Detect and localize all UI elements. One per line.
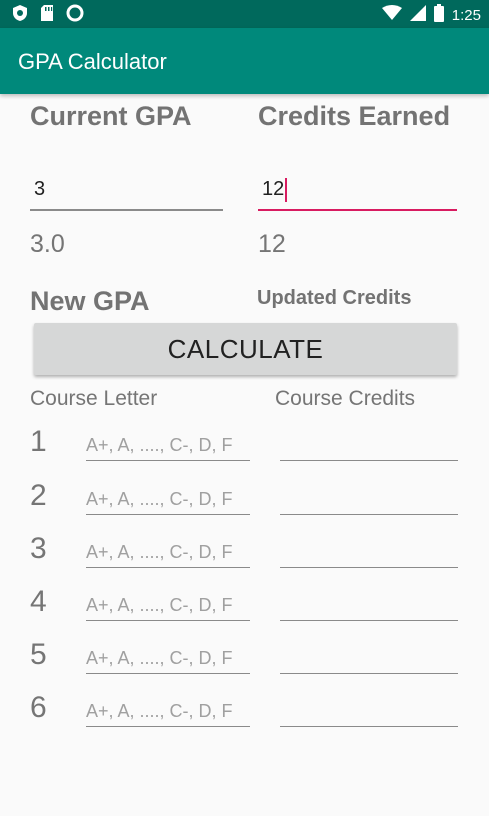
sd-card-icon: [40, 4, 54, 27]
credits-earned-input-value: 12: [262, 178, 285, 200]
wifi-icon: [381, 5, 402, 25]
course-row-6-letter-input[interactable]: A+, A, ...., C-, D, F: [86, 697, 250, 727]
cell-signal-icon: [409, 5, 426, 25]
status-left-icons: [12, 4, 84, 27]
clock-time: 1:25: [451, 6, 481, 24]
status-bar: 1:25: [0, 0, 489, 28]
course-letter-header: Course Letter: [30, 387, 158, 410]
current-gpa-label: Current GPA: [30, 101, 192, 131]
updated-credits-label: Updated Credits: [257, 287, 412, 309]
course-row-3-number: 3: [30, 532, 47, 565]
course-row-3-credits-input[interactable]: [280, 538, 458, 568]
course-row-5-credits-input[interactable]: [280, 644, 458, 674]
calculate-button[interactable]: CALCULATE: [34, 323, 457, 375]
course-row-1-number: 1: [30, 425, 47, 458]
status-right: 1:25: [381, 4, 481, 26]
course-row-1-letter-input[interactable]: A+, A, ...., C-, D, F: [86, 431, 250, 461]
course-row-4-number: 4: [30, 585, 47, 618]
course-row-2-letter-input[interactable]: A+, A, ...., C-, D, F: [86, 485, 250, 515]
course-row-6-credits-input[interactable]: [280, 697, 458, 727]
credits-earned-input[interactable]: 12: [258, 171, 457, 211]
course-credits-header: Course Credits: [275, 387, 416, 410]
course-row-6-number: 6: [30, 691, 47, 724]
course-row-2-number: 2: [30, 479, 47, 512]
app-title: GPA Calculator: [18, 49, 167, 74]
credits-earned-label: Credits Earned: [258, 101, 451, 131]
battery-icon: [433, 4, 444, 26]
current-gpa-input[interactable]: 3: [30, 171, 223, 211]
course-row-2-credits-input[interactable]: [280, 485, 458, 515]
current-gpa-display: 3.0: [30, 230, 65, 258]
shield-icon: [12, 4, 28, 27]
app-bar: GPA Calculator: [0, 28, 489, 94]
course-row-5-letter-input[interactable]: A+, A, ...., C-, D, F: [86, 644, 250, 674]
current-gpa-input-value: 3: [34, 178, 46, 200]
text-cursor: [285, 177, 288, 202]
credits-earned-display: 12: [258, 230, 286, 258]
course-row-4-credits-input[interactable]: [280, 591, 458, 621]
new-gpa-label: New GPA: [30, 286, 150, 316]
course-row-5-number: 5: [30, 638, 47, 671]
circle-icon: [66, 4, 84, 27]
course-row-4-letter-input[interactable]: A+, A, ...., C-, D, F: [86, 591, 250, 621]
course-row-3-letter-input[interactable]: A+, A, ...., C-, D, F: [86, 538, 250, 568]
course-row-1-credits-input[interactable]: [280, 431, 458, 461]
